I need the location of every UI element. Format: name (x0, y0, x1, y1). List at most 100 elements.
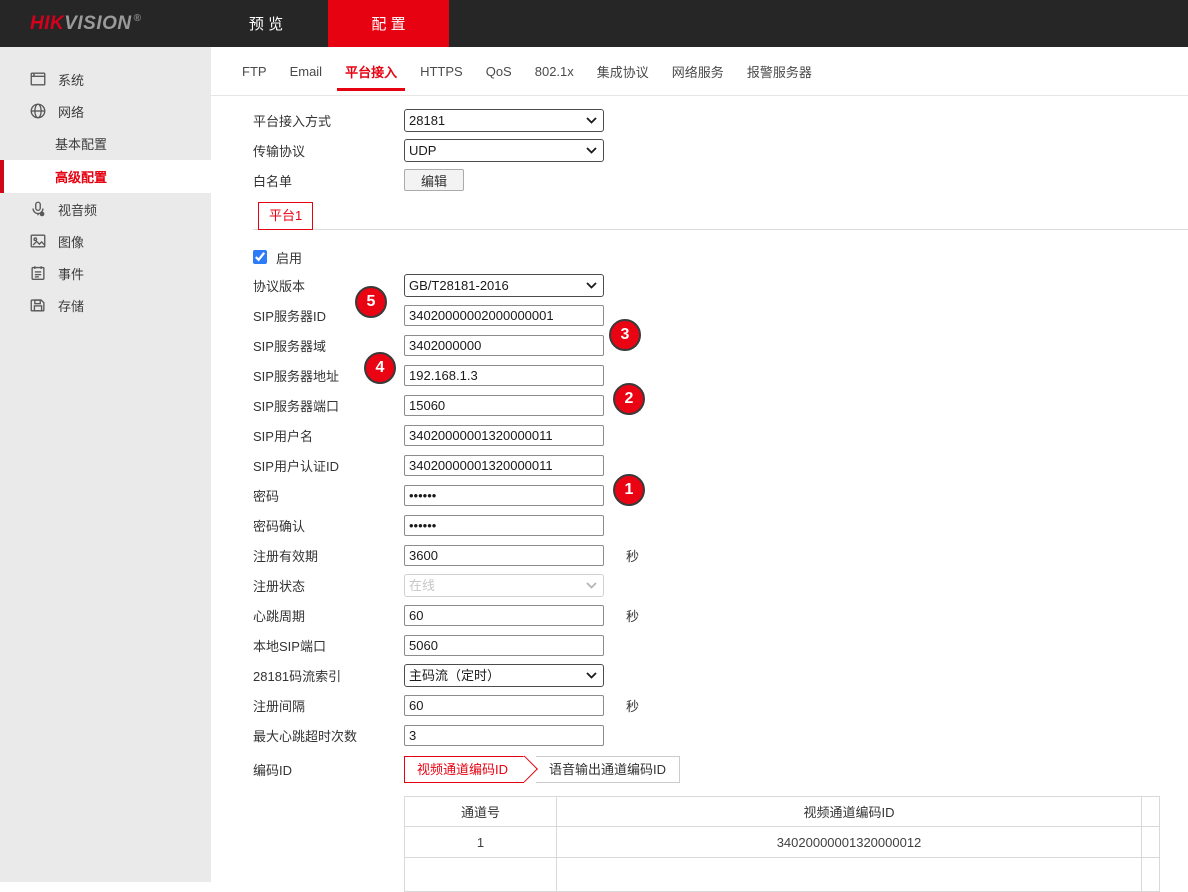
logo-vision: VISION (64, 13, 131, 34)
sidebar-item-label: 网络 (58, 102, 84, 121)
register-validity-label: 注册有效期 (253, 546, 404, 565)
annotation-badge-5: 5 (355, 286, 387, 318)
form-row-whitelist: 白名单 编辑 (253, 165, 1188, 195)
transport-select[interactable]: UDP (404, 139, 604, 162)
channel-number-header: 通道号 (405, 797, 557, 827)
register-interval-label: 注册间隔 (253, 696, 404, 715)
password-confirm-input[interactable] (404, 515, 604, 536)
sip-username-label: SIP用户名 (253, 426, 404, 445)
logo: HIKVISION® (0, 0, 211, 47)
form-row-access-mode: 平台接入方式 28181 (253, 105, 1188, 135)
protocol-version-select[interactable]: GB/T28181-2016 (404, 274, 604, 297)
video-channel-encode-id-cell[interactable]: 34020000001320000012 (557, 827, 1142, 858)
tab-video-channel-encode-id[interactable]: 视频通道编码ID (404, 756, 524, 783)
settings-tab-bar: FTP Email 平台接入 HTTPS QoS 802.1x 集成协议 网络服… (211, 47, 1188, 96)
enable-checkbox[interactable] (253, 250, 267, 264)
sidebar-item-basic-config[interactable]: 基本配置 (0, 127, 211, 160)
whitelist-label: 白名单 (253, 171, 404, 190)
channel-number-cell: 1 (405, 827, 557, 858)
tab-platform-access[interactable]: 平台接入 (343, 47, 399, 96)
sip-auth-id-label: SIP用户认证ID (253, 456, 404, 475)
access-mode-select[interactable]: 28181 (404, 109, 604, 132)
platform-access-form: 平台接入方式 28181 传输协议 UDP 白名单 编辑 平台1 启用 协议版本 (211, 96, 1188, 892)
main-content: FTP Email 平台接入 HTTPS QoS 802.1x 集成协议 网络服… (211, 47, 1188, 882)
tab-alarm-server[interactable]: 报警服务器 (745, 47, 814, 96)
sidebar-item-label: 图像 (58, 232, 84, 251)
platform-tab-row: 平台1 (253, 202, 1188, 230)
table-row: 1 34020000001320000012 (405, 827, 1160, 858)
form-row-password-confirm: 密码确认 (253, 510, 1188, 540)
heartbeat-unit: 秒 (626, 606, 639, 625)
annotation-badge-1: 1 (613, 474, 645, 506)
form-row-max-heartbeat-timeout: 最大心跳超时次数 (253, 720, 1188, 750)
video-channel-encode-id-header: 视频通道编码ID (557, 797, 1142, 827)
form-row-sip-server-port: SIP服务器端口 (253, 390, 1188, 420)
sidebar-item-label: 视音频 (58, 200, 97, 219)
tab-8021x[interactable]: 802.1x (533, 49, 576, 94)
register-interval-input[interactable] (404, 695, 604, 716)
image-icon (28, 231, 48, 251)
heartbeat-input[interactable] (404, 605, 604, 626)
form-row-enable: 启用 (253, 244, 1188, 270)
tab-email[interactable]: Email (288, 49, 325, 94)
register-status-select: 在线 (404, 574, 604, 597)
sip-server-id-input[interactable] (404, 305, 604, 326)
channel-number-cell (405, 858, 557, 892)
sip-username-input[interactable] (404, 425, 604, 446)
password-input[interactable] (404, 485, 604, 506)
register-validity-input[interactable] (404, 545, 604, 566)
heartbeat-label: 心跳周期 (253, 606, 404, 625)
sip-server-domain-input[interactable] (404, 335, 604, 356)
tab-qos[interactable]: QoS (484, 49, 514, 94)
tab-network-service[interactable]: 网络服务 (670, 47, 726, 96)
whitelist-edit-button[interactable]: 编辑 (404, 169, 464, 191)
sidebar-item-event[interactable]: 事件 (0, 257, 211, 289)
sip-server-address-input[interactable] (404, 365, 604, 386)
password-confirm-label: 密码确认 (253, 516, 404, 535)
enable-label: 启用 (276, 248, 302, 267)
form-row-register-status: 注册状态 在线 (253, 570, 1188, 600)
tab-integration-protocol[interactable]: 集成协议 (595, 47, 651, 96)
password-label: 密码 (253, 486, 404, 505)
sidebar-item-image[interactable]: 图像 (0, 225, 211, 257)
video-channel-encode-id-cell[interactable] (557, 858, 1142, 892)
sidebar-item-storage[interactable]: 存储 (0, 289, 211, 321)
sidebar-item-audio-video[interactable]: 视音频 (0, 193, 211, 225)
top-bar: HIKVISION® 预 览 配 置 (0, 0, 1188, 47)
annotation-badge-2: 2 (613, 383, 645, 415)
logo-hik: HIK (30, 13, 64, 34)
stream-index-select[interactable]: 主码流（定时） (404, 664, 604, 687)
platform1-tab[interactable]: 平台1 (258, 202, 313, 230)
logo-registered-mark: ® (134, 13, 142, 24)
audio-video-icon (28, 199, 48, 219)
system-icon (28, 69, 48, 89)
nav-configuration[interactable]: 配 置 (328, 0, 449, 47)
tab-https[interactable]: HTTPS (418, 49, 465, 94)
sidebar-item-label: 高级配置 (55, 167, 107, 186)
sidebar-item-system[interactable]: 系统 (0, 63, 211, 95)
form-row-heartbeat: 心跳周期 秒 (253, 600, 1188, 630)
event-icon (28, 263, 48, 283)
transport-label: 传输协议 (253, 141, 404, 160)
form-row-stream-index: 28181码流索引 主码流（定时） (253, 660, 1188, 690)
sidebar-item-network[interactable]: 网络 (0, 95, 211, 127)
encode-id-label: 编码ID (253, 760, 404, 779)
form-row-register-validity: 注册有效期 秒 (253, 540, 1188, 570)
annotation-badge-4: 4 (364, 352, 396, 384)
local-sip-port-input[interactable] (404, 635, 604, 656)
encode-id-tabs: 视频通道编码ID 语音输出通道编码ID (404, 756, 680, 783)
sidebar-item-advanced-config[interactable]: 高级配置 (0, 160, 211, 193)
form-row-encode-id: 编码ID 视频通道编码ID 语音输出通道编码ID (253, 752, 1188, 786)
empty-cell (1142, 858, 1160, 892)
tab-audio-output-channel-encode-id[interactable]: 语音输出通道编码ID (536, 756, 680, 783)
nav-preview[interactable]: 预 览 (211, 0, 321, 47)
max-heartbeat-timeout-input[interactable] (404, 725, 604, 746)
form-row-password: 密码 (253, 480, 1188, 510)
sip-server-port-input[interactable] (404, 395, 604, 416)
sip-auth-id-input[interactable] (404, 455, 604, 476)
sidebar-item-label: 存储 (58, 296, 84, 315)
max-heartbeat-timeout-label: 最大心跳超时次数 (253, 726, 404, 745)
register-status-label: 注册状态 (253, 576, 404, 595)
tab-ftp[interactable]: FTP (240, 49, 269, 94)
table-row (405, 858, 1160, 892)
